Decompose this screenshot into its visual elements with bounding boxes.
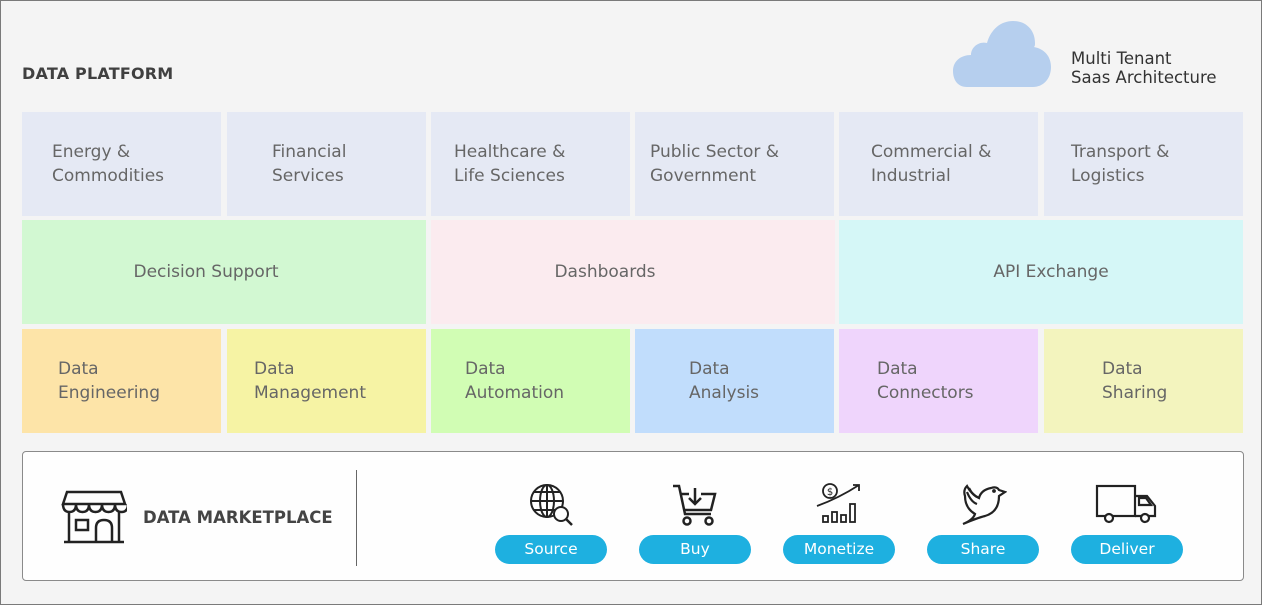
capability-tile-management[interactable]: Data Management <box>227 329 426 433</box>
storefront-icon <box>61 490 127 544</box>
tile-line: Management <box>254 383 366 403</box>
tile-line: Data <box>465 359 506 379</box>
industry-tile-public-sector[interactable]: Public Sector & Government <box>635 112 834 216</box>
capability-tile-analysis[interactable]: Data Analysis <box>635 329 834 433</box>
architecture-line-1: Multi Tenant <box>1071 49 1172 68</box>
tile-line: Data <box>877 359 918 379</box>
tile-line: Data <box>689 359 730 379</box>
tile-line: Commodities <box>52 166 165 186</box>
platform-title: DATA PLATFORM <box>22 64 174 83</box>
tile-line: Healthcare & <box>454 142 566 162</box>
tile-line: Sharing <box>1102 383 1168 403</box>
industry-tile-transport[interactable]: Transport & Logistics <box>1044 112 1243 216</box>
svg-text:$: $ <box>827 487 833 498</box>
data-marketplace-panel: DATA MARKETPLACE Source Buy $ Monetize S… <box>22 451 1244 581</box>
tile-line: Government <box>650 166 757 186</box>
action-monetize: $ Monetize <box>783 482 895 564</box>
globe-search-icon <box>530 484 573 526</box>
tile-line: Financial <box>272 142 347 162</box>
solution-tile-api-exchange[interactable]: API Exchange <box>839 220 1243 324</box>
tile-line: Engineering <box>58 383 160 403</box>
tile-line: Analysis <box>689 383 760 403</box>
share-button[interactable]: Share <box>927 535 1039 564</box>
industry-tile-energy[interactable]: Energy & Commodities <box>22 112 221 216</box>
buy-button[interactable]: Buy <box>639 535 751 564</box>
tile-label: Decision Support <box>133 262 279 282</box>
source-button[interactable]: Source <box>495 535 607 564</box>
bird-icon <box>962 484 1007 526</box>
tile-line: Logistics <box>1071 166 1145 186</box>
action-source: Source <box>495 482 607 564</box>
tile-line: Data <box>254 359 295 379</box>
tile-line: Connectors <box>877 383 974 403</box>
tile-label: Dashboards <box>554 262 656 282</box>
cart-download-icon <box>673 484 717 526</box>
money-growth-icon: $ <box>816 483 860 523</box>
tile-line: Industrial <box>871 166 951 186</box>
architecture-line-2: Saas Architecture <box>1071 68 1217 87</box>
tile-line: Energy & <box>52 142 131 162</box>
cloud-icon <box>953 21 1051 87</box>
capability-tile-engineering[interactable]: Data Engineering <box>22 329 221 433</box>
tile-line: Public Sector & <box>650 142 780 162</box>
tile-line: Services <box>272 166 344 186</box>
action-deliver: Deliver <box>1071 482 1183 564</box>
architecture-label: Multi Tenant Saas Architecture <box>1071 49 1217 87</box>
solution-tile-dashboards[interactable]: Dashboards <box>431 220 835 324</box>
truck-icon <box>1095 484 1157 524</box>
industry-tile-financial[interactable]: Financial Services <box>227 112 426 216</box>
deliver-button[interactable]: Deliver <box>1071 535 1183 564</box>
capability-tile-automation[interactable]: Data Automation <box>431 329 630 433</box>
tile-line: Transport & <box>1071 142 1170 162</box>
tile-line: Automation <box>465 383 565 403</box>
marketplace-title: DATA MARKETPLACE <box>143 508 333 527</box>
action-share: Share <box>927 482 1039 564</box>
divider <box>356 470 357 566</box>
industry-tile-healthcare[interactable]: Healthcare & Life Sciences <box>431 112 630 216</box>
tile-label: API Exchange <box>993 262 1109 282</box>
monetize-button[interactable]: Monetize <box>783 535 895 564</box>
diagram-frame: DATA PLATFORM Multi Tenant Saas Architec… <box>0 0 1262 605</box>
tile-line: Life Sciences <box>454 166 565 186</box>
solution-tile-decision-support[interactable]: Decision Support <box>22 220 426 324</box>
tile-line: Data <box>58 359 99 379</box>
industry-tile-commercial[interactable]: Commercial & Industrial <box>839 112 1038 216</box>
capability-tile-sharing[interactable]: Data Sharing <box>1044 329 1243 433</box>
tile-line: Data <box>1102 359 1143 379</box>
capability-tile-connectors[interactable]: Data Connectors <box>839 329 1038 433</box>
action-buy: Buy <box>639 482 751 564</box>
tile-line: Commercial & <box>871 142 992 162</box>
